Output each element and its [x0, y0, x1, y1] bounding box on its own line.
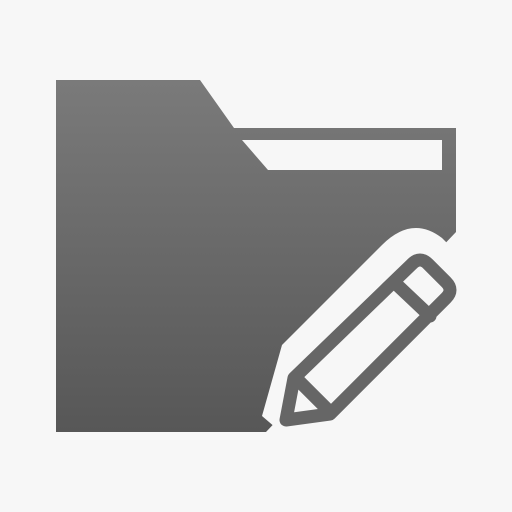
- folder-edit-graphic: [56, 80, 469, 440]
- folder-edit-icon: [0, 0, 512, 512]
- pencil-point: [281, 413, 293, 425]
- folder-pocket-slot: [242, 140, 442, 170]
